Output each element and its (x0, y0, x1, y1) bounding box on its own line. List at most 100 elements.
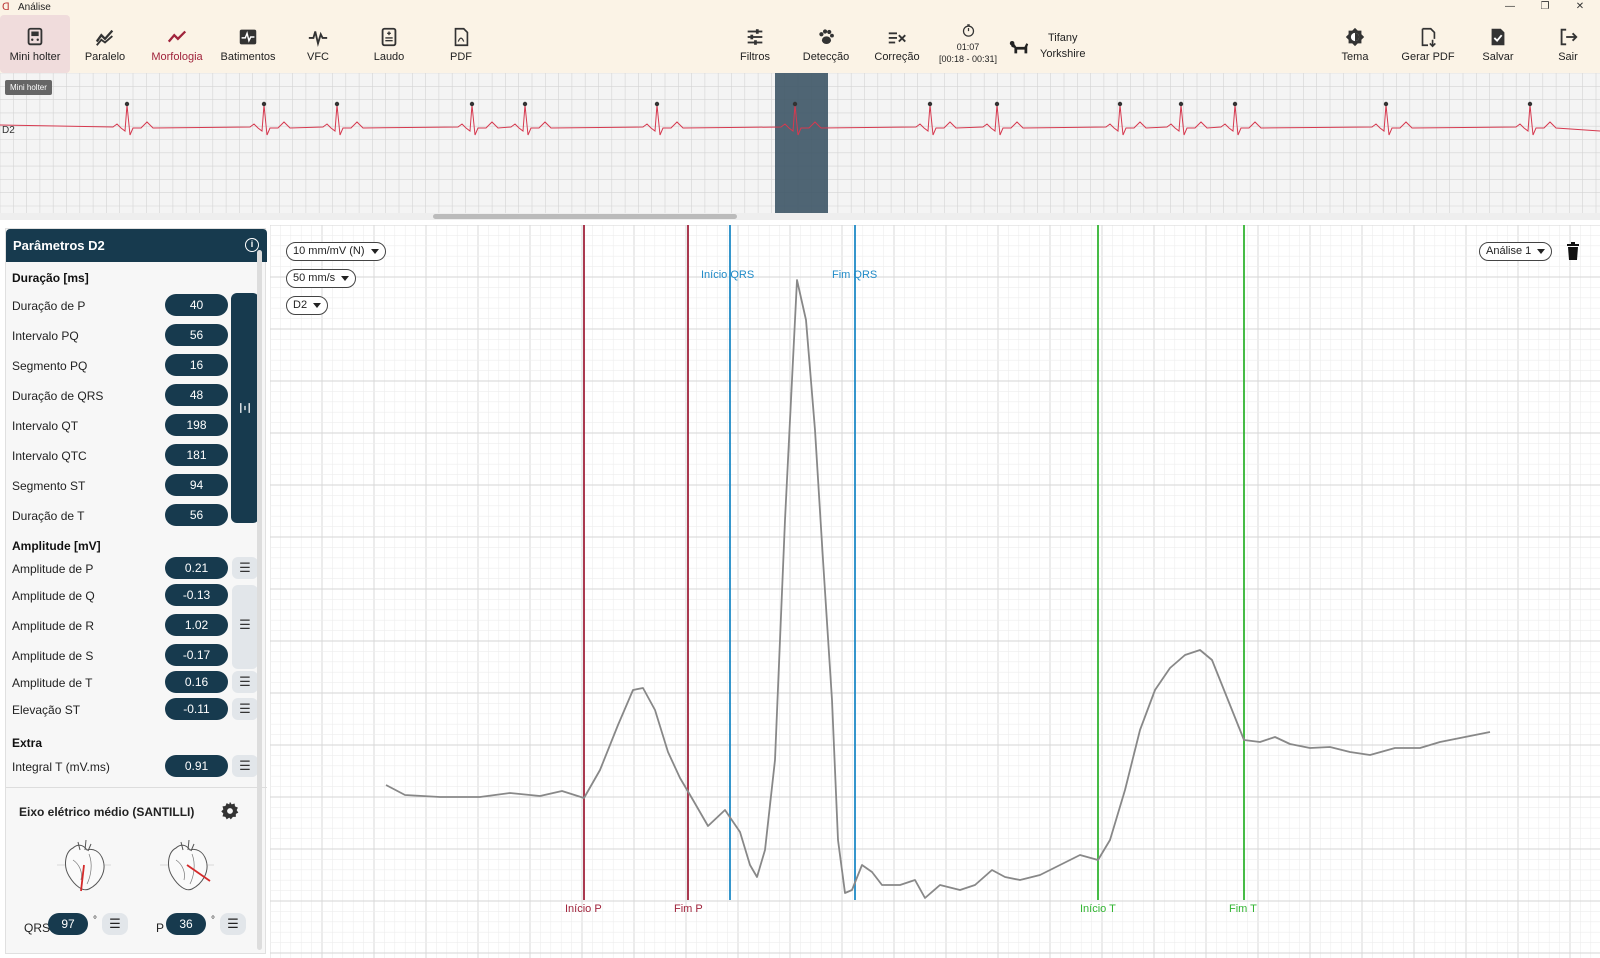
morphology-view[interactable] (270, 225, 1600, 958)
beat-marker[interactable] (994, 101, 1000, 107)
beat-marker[interactable] (334, 101, 340, 107)
beat-marker[interactable] (927, 101, 933, 107)
gear-icon[interactable] (220, 801, 240, 821)
qrs-adjust-icon[interactable]: ☰ (102, 913, 128, 935)
gerar-pdf-button[interactable]: Gerar PDF (1398, 15, 1458, 73)
p-axis-value[interactable]: 36 (166, 913, 206, 935)
extra-title: Extra (12, 736, 43, 750)
vfc-button[interactable]: VFC (293, 15, 343, 73)
minimize-button[interactable]: — (1495, 0, 1525, 15)
chevron-down-icon (370, 248, 379, 254)
adjust-icon[interactable]: ☰ (232, 755, 258, 777)
batimentos-icon (239, 29, 257, 44)
salvar-button[interactable]: Salvar (1473, 15, 1523, 73)
app-icon: ᗡ (2, 1, 10, 13)
param-value[interactable]: 198 (165, 414, 228, 436)
marker-label-inicio-p: Início P (565, 903, 602, 915)
close-button[interactable]: ✕ (1565, 0, 1595, 15)
param-value[interactable]: 0.21 (165, 557, 228, 579)
tema-button[interactable]: Tema (1330, 15, 1380, 73)
morfologia-button[interactable]: Morfologia (143, 15, 211, 73)
filtros-button[interactable]: Filtros (730, 15, 780, 73)
adjust-icon[interactable]: ☰ (232, 614, 258, 636)
beat-marker[interactable] (792, 101, 798, 107)
qrs-axis-value[interactable]: 97 (48, 913, 88, 935)
adjust-icon[interactable]: ☰ (232, 671, 258, 693)
eixo-title: Eixo elétrico médio (SANTILLI) (19, 805, 195, 819)
marker-label-inicio-qrs: Início QRS (701, 269, 755, 281)
strip-scrollbar[interactable] (0, 213, 1600, 220)
analysis-dropdown[interactable]: Análise 1 (1479, 242, 1553, 261)
selected-beat-window[interactable] (775, 73, 828, 213)
gain-dropdown[interactable]: 10 mm/mV (N) (286, 242, 386, 261)
salvar-icon (1491, 28, 1505, 45)
adjust-icon[interactable]: ☰ (232, 698, 258, 720)
param-value[interactable]: 1.02 (165, 614, 228, 636)
ecg-overview-strip[interactable]: Mini holter D2 (0, 73, 1600, 213)
param-value[interactable]: 16 (165, 354, 228, 376)
restore-button[interactable]: ❐ (1530, 0, 1560, 15)
param-value[interactable]: -0.17 (165, 644, 228, 666)
param-value[interactable]: 181 (165, 444, 228, 466)
paralelo-button[interactable]: Paralelo (75, 15, 135, 73)
strip-lead-label: D2 (2, 125, 15, 136)
p-adjust-icon[interactable]: ☰ (220, 913, 246, 935)
param-value[interactable]: 40 (165, 294, 228, 316)
beat-marker[interactable] (1117, 101, 1123, 107)
param-value[interactable]: 94 (165, 474, 228, 496)
batimentos-button[interactable]: Batimentos (215, 15, 281, 73)
beat-marker[interactable] (1383, 101, 1389, 107)
parameters-panel: Parâmetros D2 i Duração [ms] Duração de … (5, 228, 267, 954)
beat-marker[interactable] (124, 101, 130, 107)
param-value[interactable]: 48 (165, 384, 228, 406)
correcao-icon (888, 31, 906, 43)
speed-dropdown[interactable]: 50 mm/s (286, 269, 357, 288)
time-range: [00:18 - 00:31] (938, 54, 998, 64)
beat-marker[interactable] (261, 101, 267, 107)
beat-marker[interactable] (1232, 101, 1238, 107)
panel-scrollbar[interactable] (257, 250, 262, 950)
heart-p-axis-icon (160, 839, 214, 891)
param-value[interactable]: -0.13 (165, 584, 228, 606)
beat-marker[interactable] (654, 101, 660, 107)
morphology-canvas[interactable] (270, 225, 1600, 958)
lead-dropdown[interactable]: D2 (286, 296, 329, 315)
correcao-button[interactable]: Correção (870, 15, 924, 73)
param-value[interactable]: 0.91 (165, 755, 228, 777)
param-label: Duração de P (12, 299, 86, 313)
qrs-deg: ° (93, 915, 97, 926)
adjust-icon[interactable]: ☰ (232, 557, 258, 579)
duration-range-handle[interactable] (231, 293, 259, 523)
pdf-button[interactable]: PDF (436, 15, 486, 73)
speed-value: 50 mm/s (293, 272, 336, 284)
param-value[interactable]: 56 (165, 504, 228, 526)
param-label: Elevação ST (12, 703, 81, 717)
strip-scrollbar-thumb[interactable] (433, 214, 737, 219)
laudo-button[interactable]: Laudo (364, 15, 414, 73)
deteccao-button[interactable]: Detecção (800, 15, 852, 73)
param-label: Duração de QRS (12, 389, 104, 403)
panel-header: Parâmetros D2 i (6, 229, 267, 262)
filtros-label: Filtros (740, 50, 770, 63)
sair-icon (1560, 28, 1578, 45)
sair-label: Sair (1558, 50, 1578, 63)
mini-holter-label: Mini holter (9, 50, 61, 63)
sair-button[interactable]: Sair (1543, 15, 1593, 73)
param-label: Amplitude de P (12, 562, 94, 576)
beat-marker[interactable] (469, 101, 475, 107)
marker-label-fim-p: Fim P (674, 903, 703, 915)
param-value[interactable]: -0.11 (165, 698, 228, 720)
tema-label: Tema (1341, 50, 1369, 63)
beat-marker[interactable] (522, 101, 528, 107)
ecg-overview-canvas[interactable] (0, 73, 1600, 213)
amplitude-title: Amplitude [mV] (12, 539, 101, 553)
morfologia-label: Morfologia (151, 50, 203, 63)
deteccao-label: Detecção (802, 50, 850, 63)
beat-marker[interactable] (1178, 101, 1184, 107)
heart-qrs-axis-icon (57, 839, 111, 892)
param-value[interactable]: 0.16 (165, 671, 228, 693)
trash-icon[interactable] (1565, 242, 1581, 260)
param-value[interactable]: 56 (165, 324, 228, 346)
beat-marker[interactable] (1527, 101, 1533, 107)
mini-holter-button[interactable]: Mini holter (0, 15, 70, 73)
